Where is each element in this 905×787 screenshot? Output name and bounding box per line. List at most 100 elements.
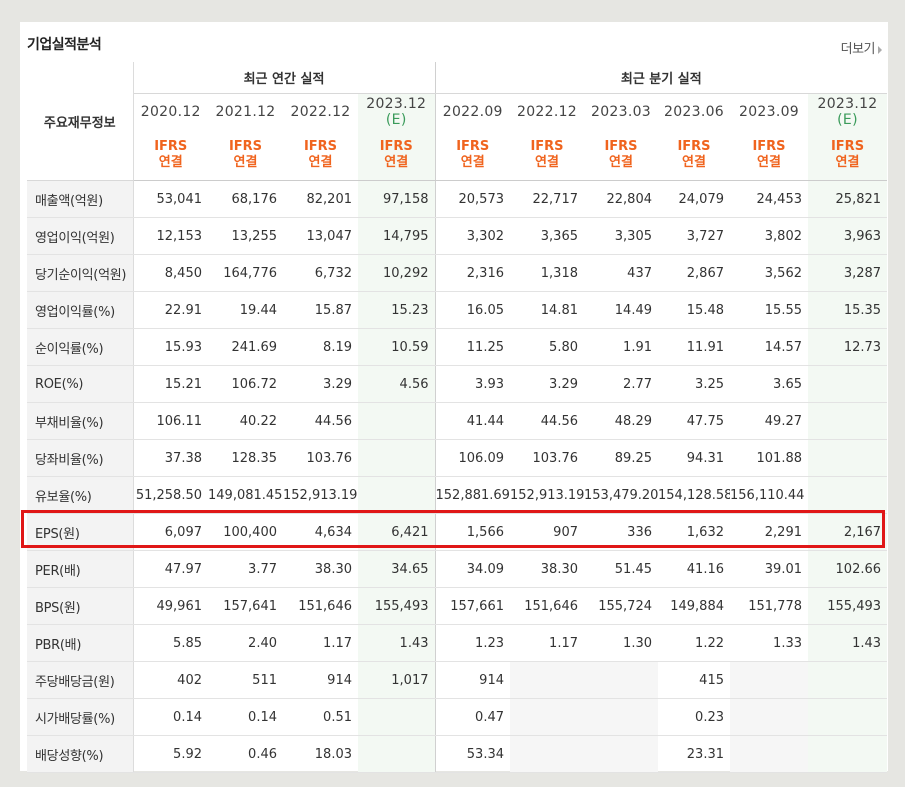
- value-cell: 3,305: [584, 217, 658, 255]
- value-cell: 106.72: [208, 365, 283, 403]
- standard-line2: 연결: [757, 155, 781, 170]
- value-cell: 415: [658, 661, 730, 699]
- standard-line2: 연결: [682, 155, 706, 170]
- financial-summary-panel: 기업실적분석 더보기 주요재무정보 최근 연간 실적 최근 분기 실적 2020…: [20, 22, 888, 773]
- period-label: 2020.12: [140, 104, 201, 120]
- row-label: ROE(%): [27, 365, 134, 403]
- value-cell: 2,316: [434, 254, 510, 292]
- value-cell: 22.91: [133, 291, 208, 329]
- value-cell: 1,632: [658, 513, 730, 551]
- value-cell: 336: [584, 513, 658, 551]
- accounting-standard: IFRS 연결: [808, 130, 888, 181]
- value-cell: 97,158: [358, 180, 435, 218]
- value-cell: 15.35: [808, 291, 888, 329]
- value-cell: 15.21: [133, 365, 208, 403]
- value-cell: 15.23: [358, 291, 435, 329]
- period-header: 2023.09: [730, 94, 808, 131]
- period-header: 2021.12: [208, 94, 283, 131]
- value-cell: 44.56: [510, 402, 584, 440]
- value-cell: 1.30: [584, 624, 658, 662]
- standard-line1: IFRS: [154, 139, 188, 154]
- value-cell: 2.77: [584, 365, 658, 403]
- value-cell: 44.56: [283, 402, 358, 440]
- value-cell: 15.93: [133, 328, 208, 366]
- value-cell: 1,566: [434, 513, 510, 551]
- row-label: 매출액(억원): [27, 180, 134, 218]
- value-cell: [510, 661, 584, 699]
- table-row: EPS(원) 6,097 100,400 4,634 6,421 1,566 907 336 1…: [27, 513, 888, 551]
- financial-table: 주요재무정보 최근 연간 실적 최근 분기 실적 2020.12 2021.12 2…: [27, 62, 888, 773]
- value-cell: 106.09: [434, 439, 510, 477]
- value-cell: 149,081.45: [208, 476, 283, 514]
- row-label: 영업이익률(%): [27, 291, 134, 329]
- value-cell: 15.55: [730, 291, 808, 329]
- row-label: 배당성향(%): [27, 735, 134, 773]
- value-cell: 3.29: [283, 365, 358, 403]
- more-link[interactable]: 더보기: [841, 38, 882, 57]
- value-cell: 0.47: [434, 698, 510, 736]
- value-cell: 155,493: [358, 587, 435, 625]
- value-cell: 34.09: [434, 550, 510, 588]
- standard-line1: IFRS: [379, 139, 413, 154]
- period-header: 2022.12: [283, 94, 358, 131]
- value-cell: 103.76: [283, 439, 358, 477]
- row-label: BPS(원): [27, 587, 134, 625]
- value-cell: 10.59: [358, 328, 435, 366]
- value-cell: 241.69: [208, 328, 283, 366]
- value-cell: 4.56: [358, 365, 435, 403]
- table-row: PER(배) 47.97 3.77 38.30 34.65 34.09 38.30 51.45…: [27, 550, 888, 588]
- value-cell: 14.49: [584, 291, 658, 329]
- row-label: 부채비율(%): [27, 402, 134, 440]
- period-label: 2023.12: [366, 96, 427, 112]
- value-cell: 3.25: [658, 365, 730, 403]
- value-cell: 37.38: [133, 439, 208, 477]
- value-cell: 3,562: [730, 254, 808, 292]
- annual-group-header: 최근 연간 실적: [133, 62, 435, 94]
- value-cell: 155,724: [584, 587, 658, 625]
- value-cell: [808, 439, 888, 477]
- row-label: 주당배당금(원): [27, 661, 134, 699]
- value-cell: 41.16: [658, 550, 730, 588]
- value-cell: 1.43: [808, 624, 888, 662]
- accounting-standard: IFRS 연결: [208, 130, 283, 181]
- value-cell: 14,795: [358, 217, 435, 255]
- value-cell: 2,291: [730, 513, 808, 551]
- value-cell: [358, 402, 435, 440]
- value-cell: 94.31: [658, 439, 730, 477]
- value-cell: 151,646: [510, 587, 584, 625]
- value-cell: 106.11: [133, 402, 208, 440]
- value-cell: 3.65: [730, 365, 808, 403]
- value-cell: [510, 698, 584, 736]
- period-label: 2023.06: [664, 104, 724, 120]
- row-label: PBR(배): [27, 624, 134, 662]
- accounting-standard: IFRS 연결: [510, 130, 584, 181]
- value-cell: 402: [133, 661, 208, 699]
- value-cell: 10,292: [358, 254, 435, 292]
- value-cell: 15.48: [658, 291, 730, 329]
- period-label: 2023.09: [739, 104, 799, 120]
- value-cell: 907: [510, 513, 584, 551]
- value-cell: 18.03: [283, 735, 358, 773]
- value-cell: 0.14: [133, 698, 208, 736]
- value-cell: 157,661: [434, 587, 510, 625]
- table-row: 영업이익(억원) 12,153 13,255 13,047 14,795 3,302 3,3…: [27, 217, 888, 255]
- value-cell: [808, 476, 888, 514]
- value-cell: [808, 661, 888, 699]
- value-cell: 101.88: [730, 439, 808, 477]
- table-row: 매출액(억원) 53,041 68,176 82,201 97,158 20,573 22,…: [27, 180, 888, 218]
- value-cell: 100,400: [208, 513, 283, 551]
- value-cell: 3,365: [510, 217, 584, 255]
- value-cell: [358, 476, 435, 514]
- value-cell: 39.01: [730, 550, 808, 588]
- row-header-title: 주요재무정보: [27, 62, 134, 181]
- value-cell: 53.34: [434, 735, 510, 773]
- standard-line2: 연결: [835, 155, 860, 170]
- table-row: 시가배당률(%) 0.14 0.14 0.51 0.47 0.23: [27, 698, 888, 736]
- standard-line1: IFRS: [677, 139, 711, 154]
- value-cell: 0.51: [283, 698, 358, 736]
- standard-line2: 연결: [308, 155, 333, 170]
- value-cell: 47.75: [658, 402, 730, 440]
- row-label: PER(배): [27, 550, 134, 588]
- table-row: BPS(원) 49,961 157,641 151,646 155,493 157,661…: [27, 587, 888, 625]
- value-cell: 437: [584, 254, 658, 292]
